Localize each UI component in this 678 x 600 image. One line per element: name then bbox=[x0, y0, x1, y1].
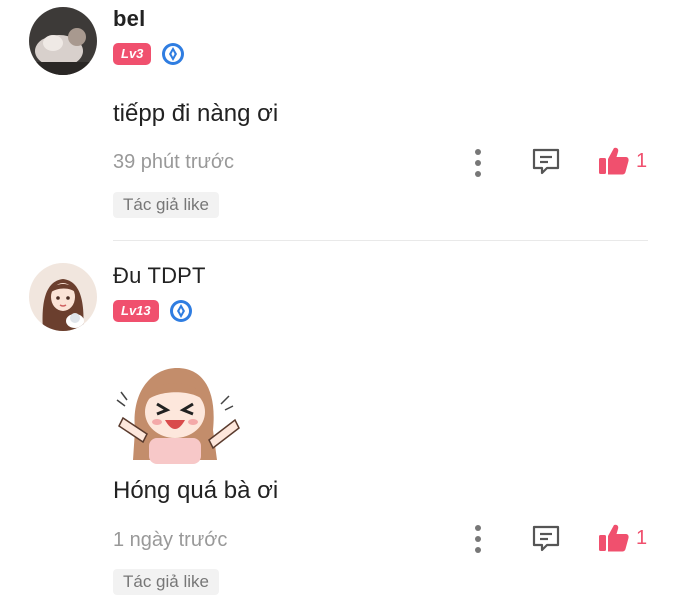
like-count: 1 bbox=[636, 526, 648, 549]
username[interactable]: Đu TDPT bbox=[113, 263, 206, 289]
avatar[interactable] bbox=[29, 263, 97, 331]
comment-time: 1 ngày trước bbox=[113, 529, 228, 551]
sticker-image bbox=[116, 368, 240, 464]
more-vertical-icon[interactable] bbox=[470, 524, 486, 554]
diamond-badge-icon bbox=[169, 300, 192, 322]
level-badge: Lv13 bbox=[113, 300, 159, 322]
comment-text: Hóng quá bà ơi bbox=[113, 477, 279, 504]
like-button[interactable]: 1 bbox=[598, 523, 647, 553]
comment-item: Đu TDPT Lv13 Hóng quá bà ơi 1 ngày trước bbox=[0, 0, 678, 600]
thumbs-up-icon bbox=[599, 524, 629, 552]
user-badges: Lv13 bbox=[113, 299, 193, 323]
comment-icon[interactable] bbox=[530, 523, 562, 555]
author-liked-tag: Tác giả like bbox=[113, 569, 219, 595]
